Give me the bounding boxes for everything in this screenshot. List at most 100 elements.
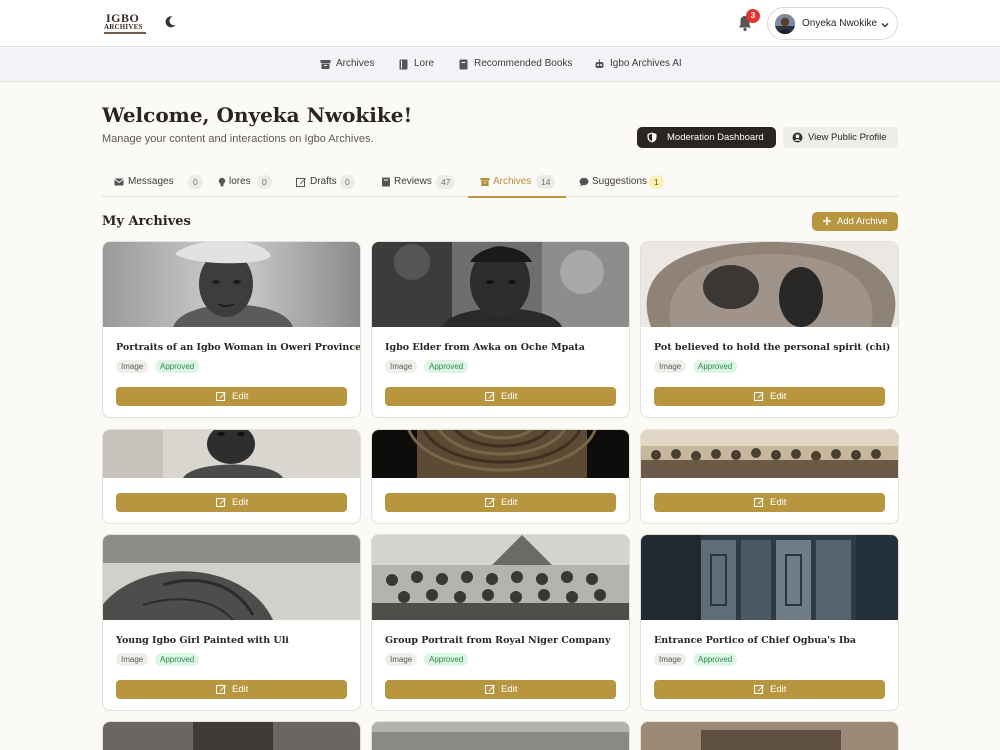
plus-icon — [823, 217, 831, 225]
active-tab-indicator — [468, 196, 566, 198]
archive-card[interactable]: Igbo Elder from Awka on Oche Mpata Image… — [371, 241, 630, 418]
edit-button[interactable]: Edit — [654, 387, 885, 406]
tab-messages-label: Messages — [128, 176, 174, 187]
archive-card[interactable]: Entrance Portico of Chief Ogbua's Iba Im… — [640, 534, 899, 711]
edit-label: Edit — [232, 684, 249, 695]
moderation-dashboard-label: Moderation Dashboard — [667, 132, 764, 143]
archive-card[interactable]: Young Igbo Girl Painted with Uli Image A… — [102, 534, 361, 711]
archive-card[interactable]: Edit — [102, 429, 361, 524]
tab-archives-label: Archives — [493, 176, 532, 187]
dashboard-tabs: Messages 0 lores 0 Drafts 0 Reviews 47 A… — [102, 167, 898, 198]
pencil-square-icon — [216, 684, 226, 694]
page-title: Welcome, Onyeka Nwokike! — [102, 103, 413, 127]
lightbulb-icon — [218, 177, 226, 187]
tab-suggestions-count: 1 — [649, 175, 664, 189]
archive-title: Portraits of an Igbo Woman in Oweri Prov… — [116, 342, 361, 353]
view-public-profile-button[interactable]: View Public Profile — [783, 127, 898, 148]
tab-messages-count: 0 — [188, 175, 203, 189]
edit-button[interactable]: Edit — [116, 387, 347, 406]
archive-thumbnail[interactable] — [641, 535, 898, 620]
tab-lores-count: 0 — [257, 175, 272, 189]
chevron-down-icon — [881, 23, 889, 28]
archive-thumbnail[interactable] — [372, 242, 629, 327]
add-archive-label: Add Archive — [837, 216, 888, 227]
archive-title: Young Igbo Girl Painted with Uli — [116, 635, 289, 646]
archive-card[interactable] — [371, 721, 630, 750]
main-nav: Archives Lore Recommended Books Igbo Arc… — [0, 47, 1000, 82]
moderation-dashboard-button[interactable]: Moderation Dashboard — [637, 127, 776, 148]
edit-button[interactable]: Edit — [654, 493, 885, 512]
archive-thumbnail[interactable] — [372, 430, 629, 478]
type-badge: Image — [654, 653, 687, 666]
archive-thumbnail[interactable] — [103, 430, 360, 478]
edit-button[interactable]: Edit — [654, 680, 885, 699]
user-menu-button[interactable]: Onyeka Nwokike — [767, 7, 898, 40]
edit-label: Edit — [501, 391, 518, 402]
book-icon — [382, 177, 390, 187]
pencil-square-icon — [485, 684, 495, 694]
archive-card[interactable]: Pot believed to hold the personal spirit… — [640, 241, 899, 418]
edit-button[interactable]: Edit — [116, 680, 347, 699]
edit-button[interactable]: Edit — [116, 493, 347, 512]
archive-title: Group Portrait from Royal Niger Company — [385, 635, 611, 646]
archive-thumbnail[interactable] — [103, 722, 360, 750]
archive-card[interactable]: Edit — [371, 429, 630, 524]
logo-subtext: ARCHIVES — [104, 23, 143, 31]
archive-thumbnail[interactable] — [103, 242, 360, 327]
edit-label: Edit — [232, 391, 249, 402]
archive-thumbnail[interactable] — [372, 722, 629, 750]
robot-icon — [595, 59, 604, 68]
top-header: IGBO ARCHIVES 3 Onyeka Nwokike — [0, 0, 1000, 47]
nav-igbo-archives-ai-label: Igbo Archives AI — [610, 58, 682, 69]
envelope-icon — [114, 178, 124, 186]
archive-thumbnail[interactable] — [372, 535, 629, 620]
book-icon — [399, 59, 408, 70]
tab-drafts-label: Drafts — [310, 176, 337, 187]
archive-card[interactable] — [102, 721, 361, 750]
status-badge: Approved — [424, 653, 469, 666]
site-logo[interactable]: IGBO ARCHIVES — [104, 11, 146, 36]
status-badge: Approved — [424, 360, 469, 373]
tab-reviews[interactable]: Reviews 47 — [381, 167, 467, 197]
archive-thumbnail[interactable] — [103, 535, 360, 620]
tab-suggestions[interactable]: Suggestions 1 — [579, 167, 669, 197]
logo-underline — [104, 32, 146, 34]
archive-card[interactable]: Edit — [640, 429, 899, 524]
edit-button[interactable]: Edit — [385, 387, 616, 406]
archive-thumbnail[interactable] — [641, 722, 898, 750]
edit-label: Edit — [770, 497, 787, 508]
archive-card[interactable]: Group Portrait from Royal Niger Company … — [371, 534, 630, 711]
avatar — [775, 14, 795, 34]
type-badge: Image — [654, 360, 687, 373]
type-badge: Image — [116, 360, 149, 373]
add-archive-button[interactable]: Add Archive — [812, 212, 898, 231]
archive-box-icon — [320, 60, 331, 69]
archive-card[interactable]: Portraits of an Igbo Woman in Oweri Prov… — [102, 241, 361, 418]
pencil-square-icon — [754, 391, 764, 401]
type-badge: Image — [385, 360, 418, 373]
view-public-profile-label: View Public Profile — [808, 132, 887, 143]
moon-icon[interactable] — [163, 15, 177, 29]
tab-drafts[interactable]: Drafts 0 — [296, 167, 362, 197]
tab-messages[interactable]: Messages 0 — [114, 167, 203, 197]
archive-title: Entrance Portico of Chief Ogbua's Iba — [654, 635, 857, 646]
status-badge: Approved — [155, 360, 200, 373]
edit-label: Edit — [501, 497, 518, 508]
archive-thumbnail[interactable] — [641, 430, 898, 478]
pencil-square-icon — [216, 391, 226, 401]
status-badge: Approved — [693, 653, 738, 666]
tab-archives[interactable]: Archives 14 — [468, 167, 566, 198]
tab-lores-label: lores — [229, 176, 251, 187]
page-subtitle: Manage your content and interactions on … — [102, 133, 374, 145]
pencil-square-icon — [754, 684, 764, 694]
archive-card[interactable] — [640, 721, 899, 750]
archive-thumbnail[interactable] — [641, 242, 898, 327]
tab-lores[interactable]: lores 0 — [217, 167, 277, 197]
pencil-square-icon — [485, 497, 495, 507]
edit-button[interactable]: Edit — [385, 680, 616, 699]
comment-icon — [579, 177, 589, 187]
archive-title: Pot believed to hold the personal spirit… — [654, 342, 891, 353]
archive-box-icon — [480, 178, 490, 186]
notification-badge: 3 — [746, 9, 760, 23]
edit-button[interactable]: Edit — [385, 493, 616, 512]
